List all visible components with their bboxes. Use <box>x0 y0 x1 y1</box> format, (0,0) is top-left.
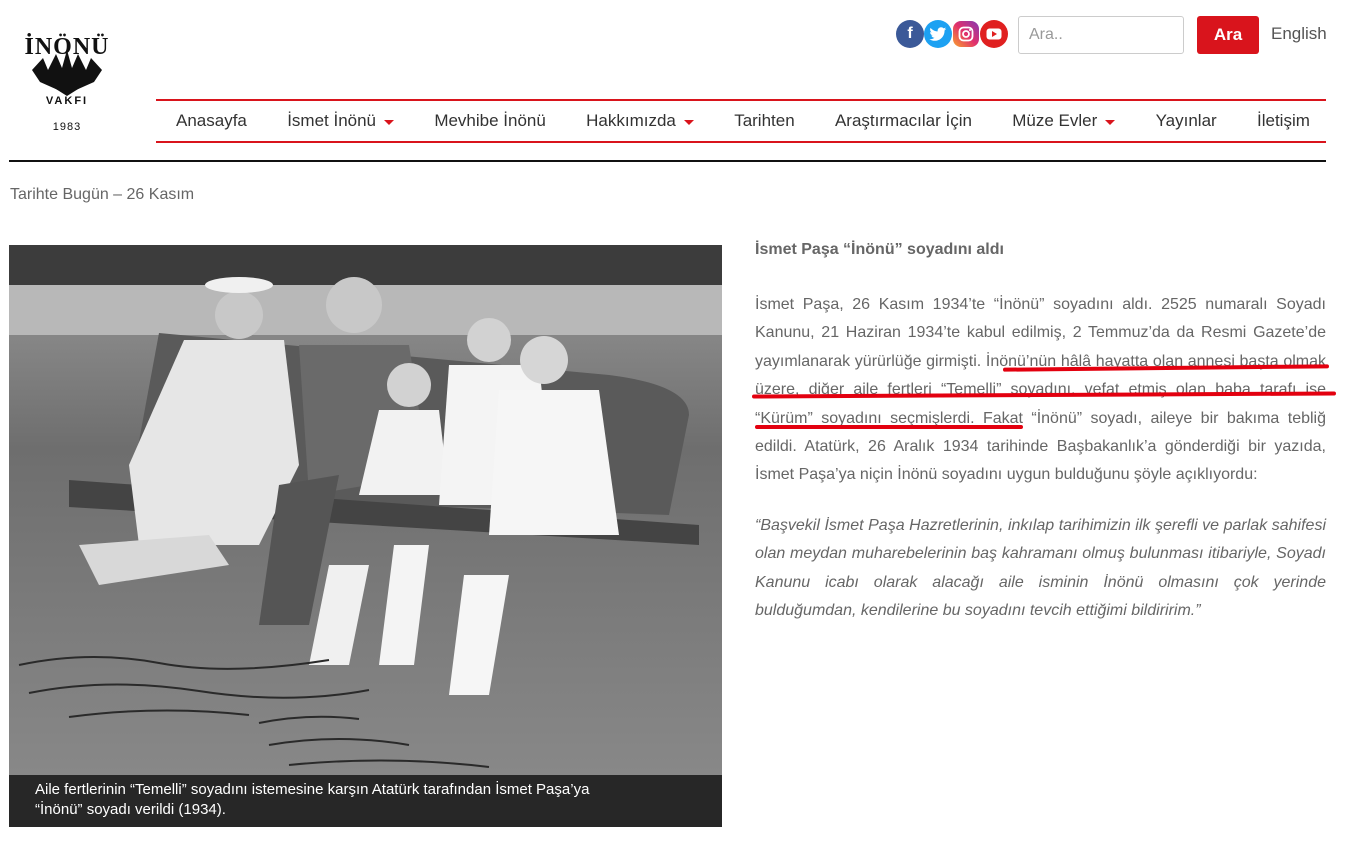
twitter-icon[interactable] <box>924 20 952 48</box>
caret-down-icon <box>683 119 694 125</box>
photo-caption-line-1: Aile fertlerinin “Temelli” soyadını iste… <box>35 781 590 798</box>
header-divider <box>9 160 1326 162</box>
article-body: İsmet Paşa, 26 Kasım 1934’te “İnönü” soy… <box>755 296 1326 484</box>
nav-item-tarihten[interactable]: Tarihten <box>734 111 794 131</box>
caret-down-icon <box>384 119 395 125</box>
nav-item-yayinlar[interactable]: Yayınlar <box>1156 111 1217 131</box>
caret-down-icon <box>1105 119 1116 125</box>
nav-item-iletisim[interactable]: İletişim <box>1257 111 1310 131</box>
instagram-icon[interactable] <box>953 21 979 47</box>
annotation-underline <box>755 425 1023 429</box>
nav-item-label: İsmet İnönü <box>287 111 377 130</box>
family-photo-illustration <box>9 245 722 827</box>
nav-item-arastirmacilar-icin[interactable]: Araştırmacılar İçin <box>835 111 972 131</box>
svg-text:1983: 1983 <box>53 121 81 133</box>
facebook-icon[interactable]: f <box>896 20 924 48</box>
nav-item-label: Yayınlar <box>1155 111 1217 130</box>
nav-item-label: Müze Evler <box>1012 111 1098 130</box>
nav-item-label: Hakkımızda <box>586 111 676 130</box>
nav-item-anasayfa[interactable]: Anasayfa <box>176 111 247 131</box>
photo-caption: Aile fertlerinin “Temelli” soyadını iste… <box>9 775 722 827</box>
photo-caption-line-2: “İnönü” soyadı verildi (1934). <box>35 801 226 818</box>
search-input[interactable] <box>1018 16 1184 54</box>
article-title: İsmet Paşa “İnönü” soyadını aldı <box>755 241 1004 258</box>
nav-item-label: Mevhibe İnönü <box>434 111 546 130</box>
svg-text:VAKFI: VAKFI <box>46 95 88 107</box>
nav-item-muze-evler[interactable]: Müze Evler <box>1012 111 1116 131</box>
family-photo: Aile fertlerinin “Temelli” soyadını iste… <box>9 245 722 827</box>
inonu-vakfi-logo[interactable]: İNÖNÜ VAKFI 1983 <box>8 24 126 140</box>
language-link-english[interactable]: English <box>1271 24 1327 44</box>
main-nav: Anasayfa İsmet İnönü Mevhibe İnönü Hakkı… <box>156 99 1326 143</box>
social-links: f <box>896 20 1008 48</box>
nav-item-label: İletişim <box>1256 111 1310 130</box>
youtube-icon[interactable] <box>980 20 1008 48</box>
nav-item-ismet-inonu[interactable]: İsmet İnönü <box>287 111 395 131</box>
nav-item-label: Araştırmacılar İçin <box>834 111 972 130</box>
nav-item-mevhibe-inonu[interactable]: Mevhibe İnönü <box>434 111 546 131</box>
nav-item-hakkimizda[interactable]: Hakkımızda <box>586 111 694 131</box>
page-title: Tarihte Bugün – 26 Kasım <box>10 186 195 203</box>
nav-item-label: Anasayfa <box>176 111 247 130</box>
nav-item-label: Tarihten <box>734 111 795 130</box>
article: İsmet Paşa “İnönü” soyadını aldı İsmet P… <box>755 240 1326 625</box>
article-quote: “Başvekil İsmet Paşa Hazretlerinin, inkı… <box>755 516 1326 620</box>
search-button[interactable]: Ara <box>1197 16 1259 54</box>
